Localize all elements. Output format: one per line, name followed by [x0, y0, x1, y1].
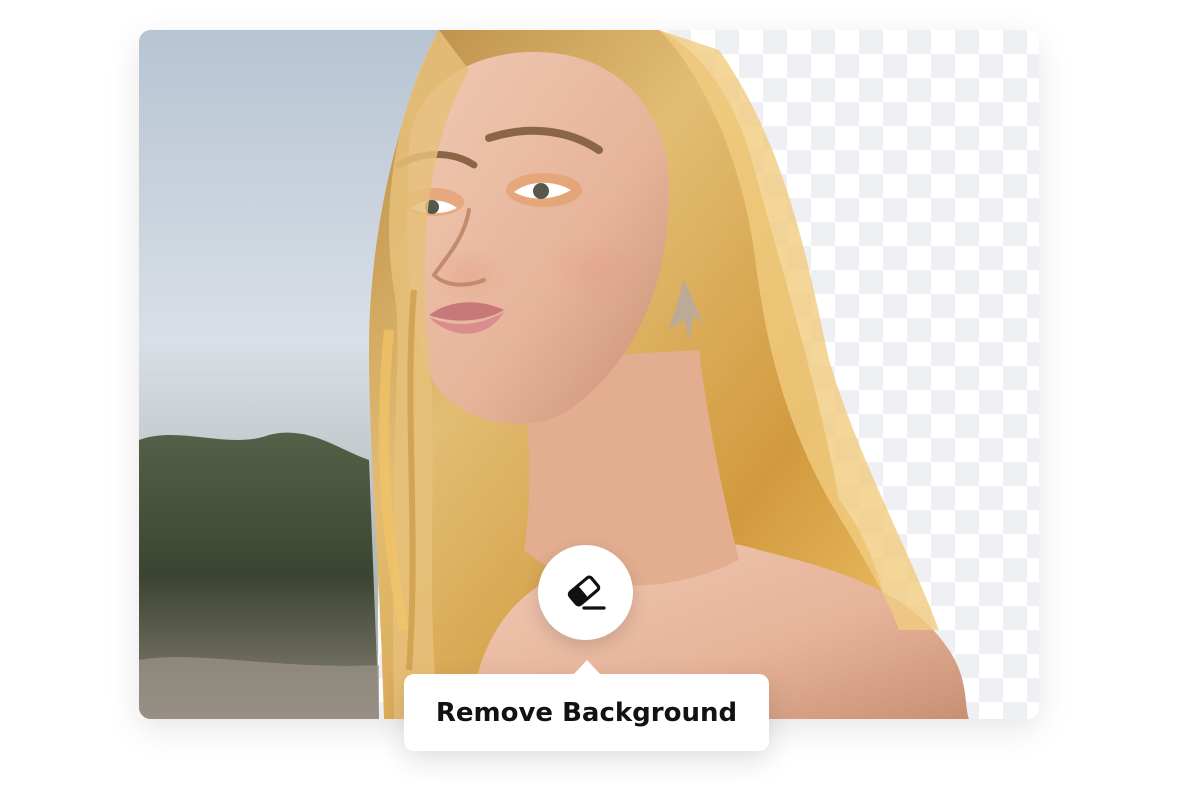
remove-background-label: Remove Background — [435, 697, 738, 728]
remove-background-toggle[interactable] — [538, 545, 633, 640]
eraser-icon — [567, 574, 606, 610]
tooltip-arrow — [573, 660, 601, 675]
remove-background-button[interactable]: Remove Background — [404, 660, 769, 751]
stage: Remove Background — [0, 0, 1200, 800]
